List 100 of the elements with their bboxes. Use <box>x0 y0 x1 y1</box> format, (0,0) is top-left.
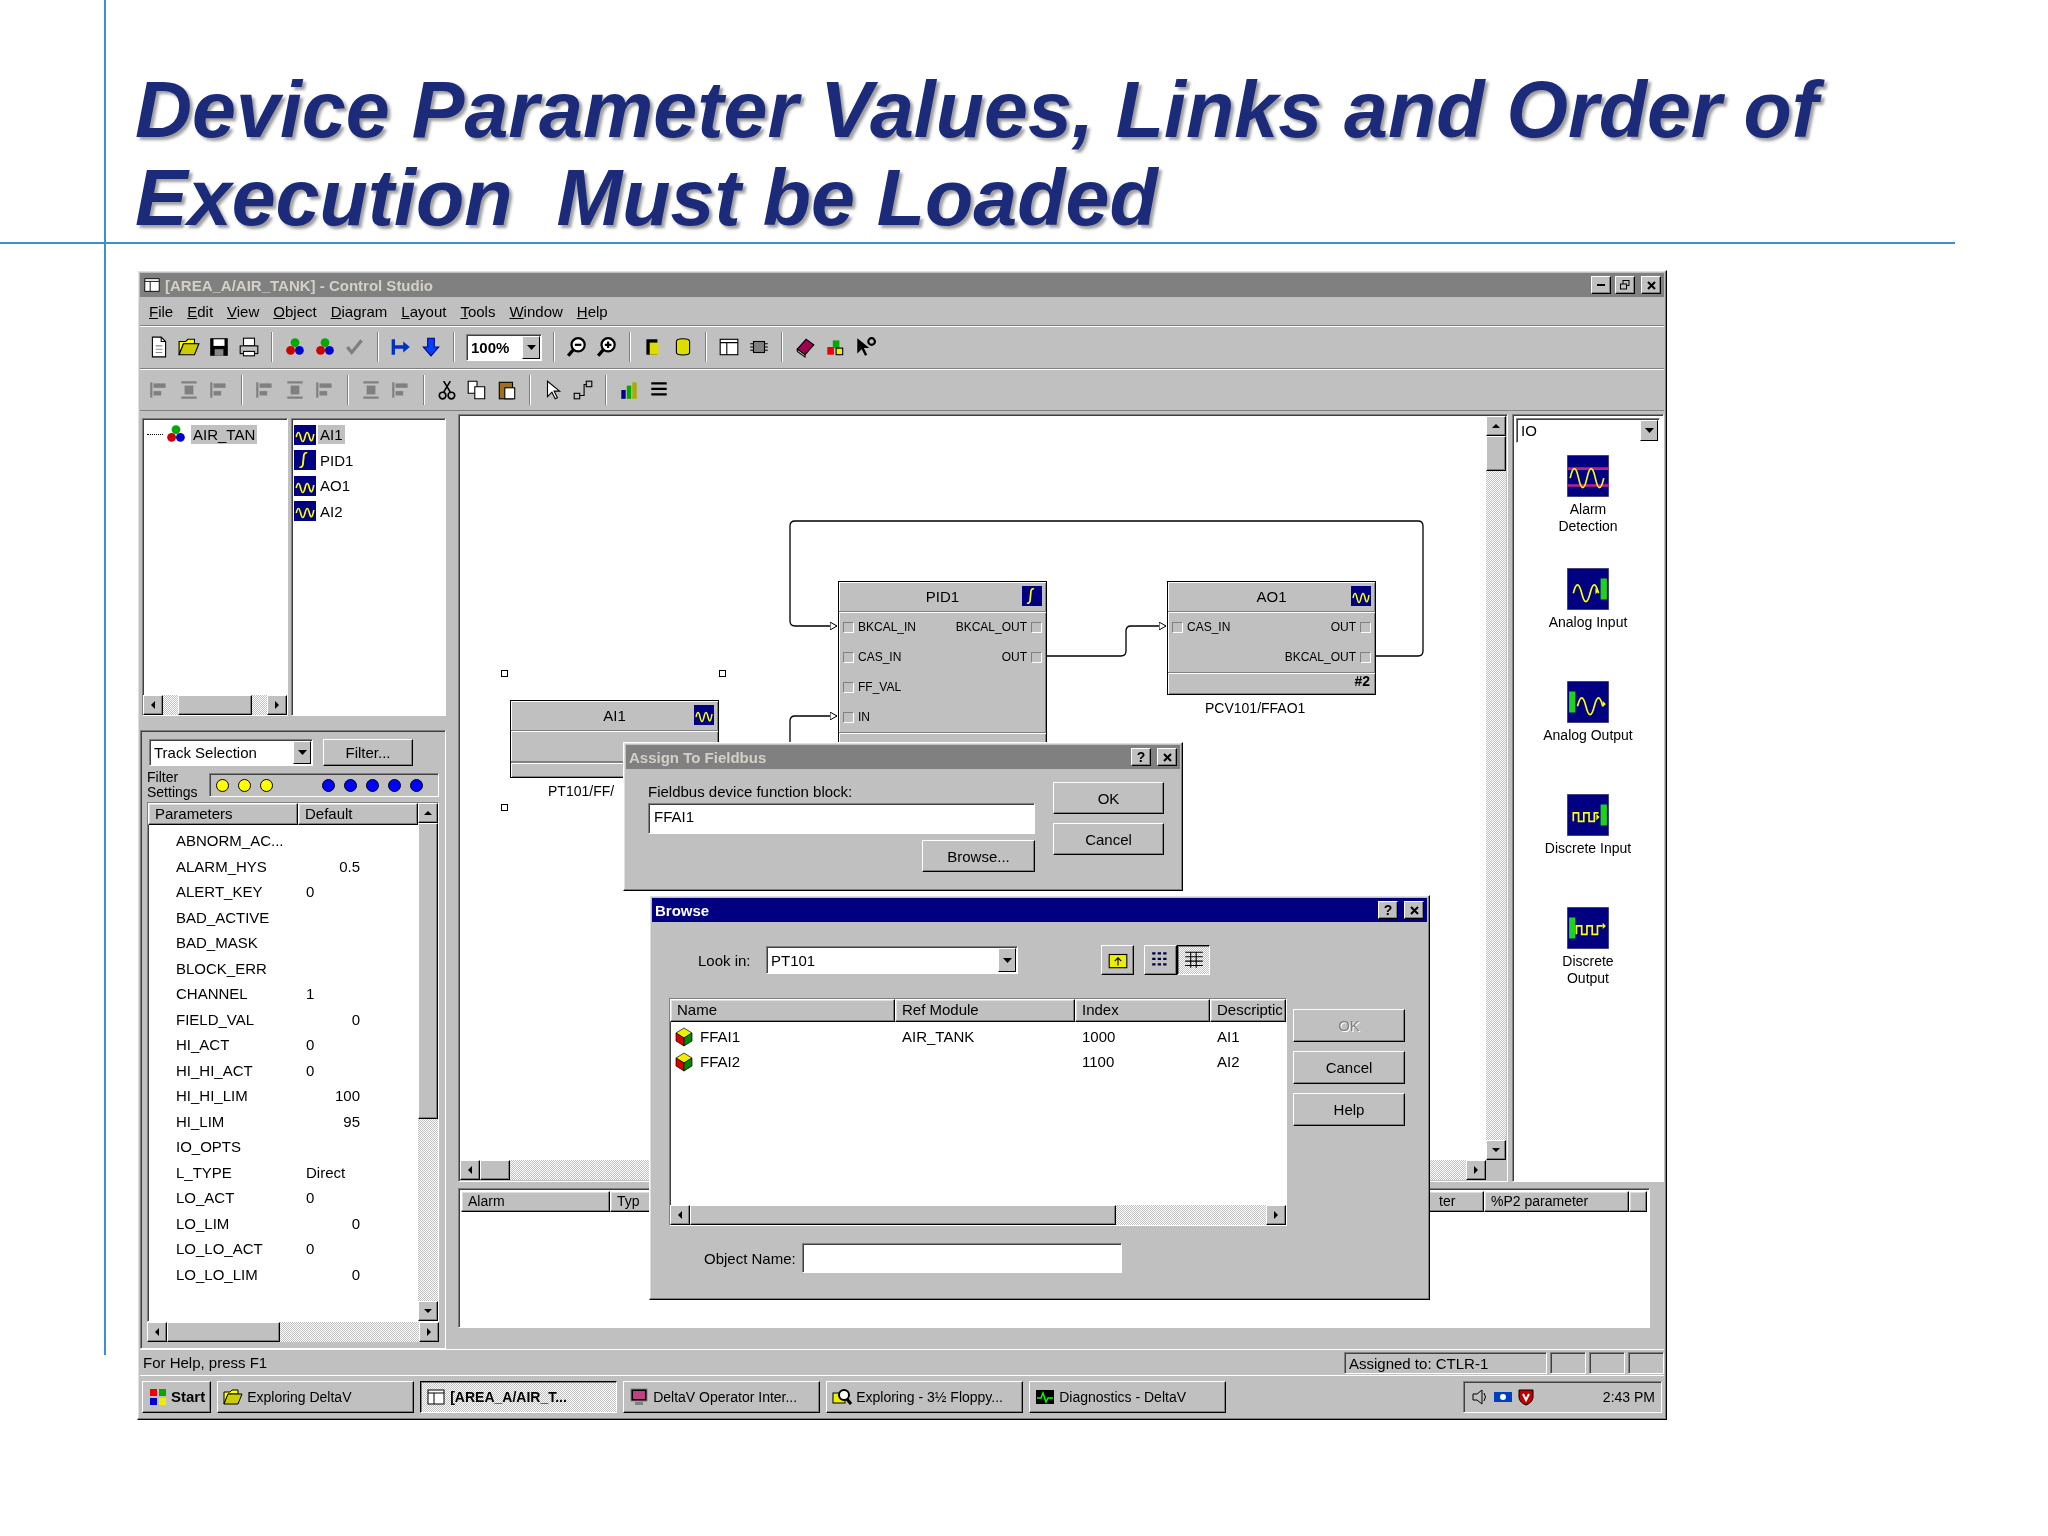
shield-icon[interactable] <box>1516 1386 1536 1407</box>
menu-item[interactable]: Edit <box>180 302 221 320</box>
scroll-down-button[interactable] <box>1486 1140 1506 1160</box>
taskbar-button[interactable]: Exploring - 3½ Floppy... <box>826 1380 1024 1413</box>
port-icon[interactable] <box>1360 621 1371 633</box>
scrollbar[interactable] <box>1486 416 1506 1160</box>
menu-item[interactable]: Window <box>502 302 570 320</box>
zoom-dropdown[interactable]: 100% <box>466 333 542 361</box>
check-icon[interactable] <box>344 336 366 358</box>
help-pointer-icon[interactable] <box>854 336 876 358</box>
column-header[interactable]: Descriptic <box>1210 999 1286 1022</box>
column-header[interactable]: Parameters <box>148 803 298 825</box>
column-header[interactable]: %P2 parameter <box>1484 1191 1629 1212</box>
selection-handle[interactable] <box>501 804 508 811</box>
square-wave-icon[interactable] <box>1567 907 1609 949</box>
scroll-left-button[interactable] <box>460 1160 480 1180</box>
scroll-thumb[interactable] <box>177 695 253 715</box>
taskbar-button[interactable]: [AREA_A/AIR_T... <box>420 1380 618 1413</box>
column-header[interactable]: Default <box>298 803 418 825</box>
spheres-icon[interactable] <box>284 336 306 358</box>
square-wave-icon[interactable] <box>1567 794 1609 836</box>
scroll-right-button[interactable] <box>419 1322 439 1342</box>
down-arrow-icon[interactable] <box>420 336 442 358</box>
open-folder-icon[interactable] <box>178 336 200 358</box>
taskbar-button[interactable]: DeltaV Operator Inter... <box>623 1380 821 1413</box>
scroll-left-button[interactable] <box>147 1322 167 1342</box>
scroll-up-button[interactable] <box>1486 416 1506 436</box>
book-icon[interactable] <box>794 336 816 358</box>
filter-button[interactable]: Filter... <box>323 739 413 766</box>
dropdown[interactable]: PT101 <box>766 946 1018 974</box>
column-header[interactable] <box>1629 1191 1647 1212</box>
scroll-thumb[interactable] <box>690 1205 1117 1225</box>
save-icon[interactable] <box>208 336 230 358</box>
list-item[interactable]: PID1 <box>318 450 356 470</box>
zoom-out-icon[interactable] <box>566 336 588 358</box>
column-header[interactable]: Name <box>670 999 895 1022</box>
scrollbar[interactable] <box>418 803 438 1321</box>
taskbar-button[interactable]: Exploring DeltaV <box>217 1380 415 1413</box>
wave-icon[interactable] <box>1567 681 1609 723</box>
scroll-up-button[interactable] <box>418 803 438 823</box>
table-cell[interactable]: AIR_TANK <box>895 1028 1075 1045</box>
column-header[interactable]: Alarm <box>461 1191 610 1212</box>
zoom-in-icon[interactable] <box>596 336 618 358</box>
scrollbar[interactable] <box>143 695 287 715</box>
table-cell[interactable]: FFAI2 <box>700 1053 740 1070</box>
scrollbar[interactable] <box>147 1322 439 1342</box>
selection-handle[interactable] <box>501 670 508 677</box>
menu-item[interactable]: Tools <box>453 302 503 320</box>
scrollbar[interactable] <box>670 1205 1286 1225</box>
list-item[interactable]: AI1 <box>318 425 345 445</box>
tree-item[interactable]: AIR_TAN <box>191 424 258 444</box>
port-icon[interactable] <box>843 621 854 633</box>
selection-handle[interactable] <box>719 670 726 677</box>
list-item[interactable]: AO1 <box>318 476 352 496</box>
connector-icon[interactable] <box>572 378 594 401</box>
dialog-button[interactable]: OK <box>1053 782 1164 814</box>
table-cell[interactable]: FFAI1 <box>700 1028 740 1045</box>
port-icon[interactable] <box>1031 651 1042 663</box>
dropdown[interactable]: IO <box>1516 418 1660 443</box>
port-icon[interactable] <box>843 711 854 723</box>
menu-item[interactable]: Object <box>266 302 324 320</box>
view-button[interactable] <box>1177 945 1210 975</box>
print-icon[interactable] <box>238 336 260 358</box>
scroll-thumb[interactable] <box>1486 436 1506 472</box>
scroll-right-button[interactable] <box>1466 1160 1486 1180</box>
port-icon[interactable] <box>843 651 854 663</box>
help-button[interactable]: ? <box>1378 901 1398 919</box>
scissors-icon[interactable] <box>436 378 458 401</box>
menu-item[interactable]: Diagram <box>323 302 395 320</box>
menu-item[interactable]: Help <box>569 302 615 320</box>
port-icon[interactable] <box>1360 651 1371 663</box>
menu-item[interactable]: File <box>142 302 181 320</box>
spheres-icon[interactable] <box>314 336 336 358</box>
input-field[interactable]: FFAI1 <box>648 803 1035 834</box>
scroll-thumb[interactable] <box>480 1160 510 1180</box>
start-button[interactable]: Start <box>142 1380 212 1413</box>
branch-arrow-icon[interactable] <box>390 336 412 358</box>
dialog-button[interactable]: Help <box>1293 1093 1405 1126</box>
dropdown[interactable]: Track Selection <box>149 739 313 766</box>
dialog-button[interactable]: Cancel <box>1293 1051 1405 1084</box>
port-icon[interactable] <box>1031 621 1042 633</box>
menu-item[interactable]: View <box>220 302 267 320</box>
scroll-down-button[interactable] <box>418 1301 438 1321</box>
column-header[interactable]: ter <box>1428 1191 1484 1212</box>
up-folder-button[interactable] <box>1101 945 1134 975</box>
input-field[interactable] <box>801 1243 1122 1273</box>
wave-icon[interactable] <box>1567 455 1609 497</box>
table-cell[interactable]: AI1 <box>1210 1028 1286 1045</box>
port-icon[interactable] <box>1172 621 1183 633</box>
scroll-left-button[interactable] <box>143 695 163 715</box>
column-header[interactable]: Ref Module <box>895 999 1075 1022</box>
scroll-thumb[interactable] <box>418 823 438 1120</box>
menu-item[interactable]: Layout <box>394 302 454 320</box>
table-cell[interactable]: 1000 <box>1075 1028 1210 1045</box>
close-button[interactable] <box>1404 901 1424 919</box>
copy-icon[interactable] <box>466 378 488 401</box>
port-icon[interactable] <box>843 681 854 693</box>
window-icon[interactable] <box>718 336 740 358</box>
list-item[interactable]: AI2 <box>318 501 345 521</box>
column-header[interactable]: Index <box>1075 999 1210 1022</box>
